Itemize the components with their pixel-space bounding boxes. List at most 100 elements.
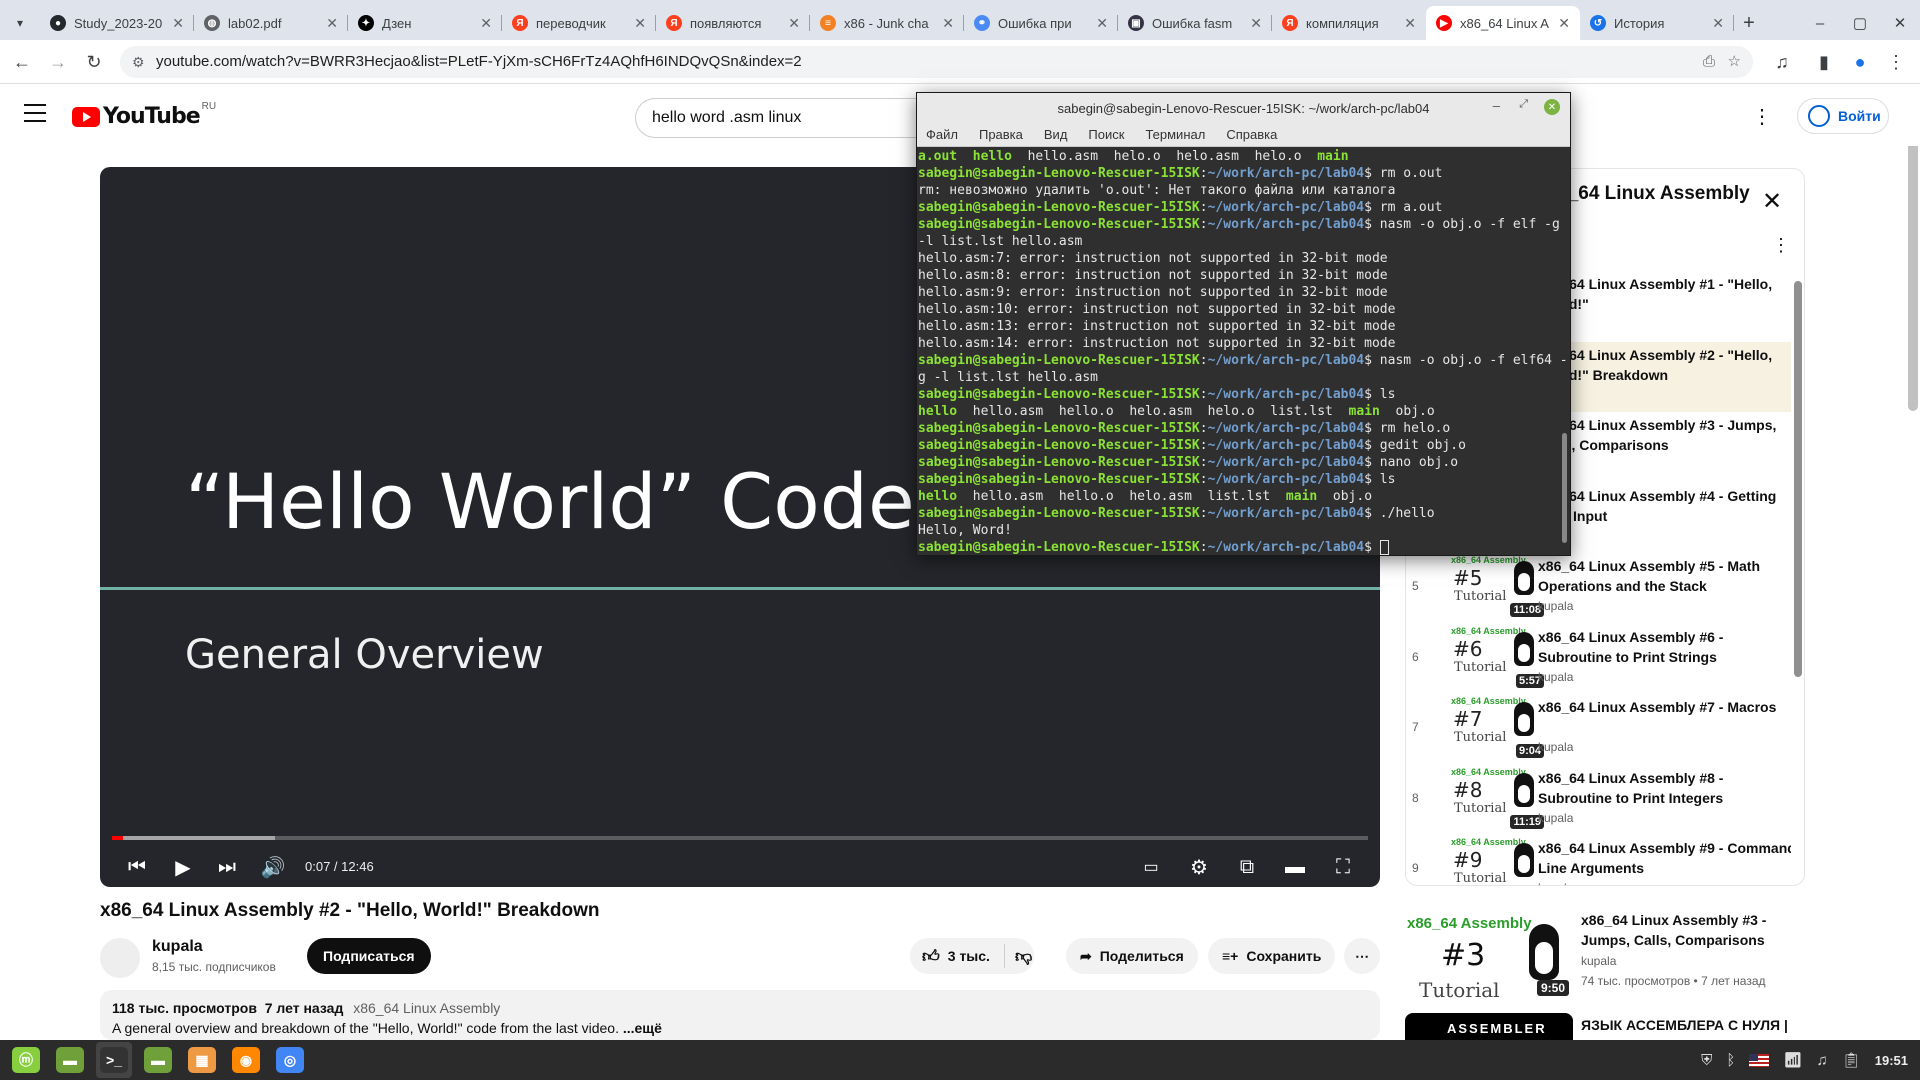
browser-tab[interactable]: ▣ Ошибка fasm ✕ [1118, 6, 1272, 40]
browser-tab[interactable]: Якомпиляция ✕ [1272, 6, 1426, 40]
video-progress-bar[interactable] [112, 836, 1368, 840]
reload-icon[interactable]: ↻ [82, 50, 106, 74]
assembler-thumbnail[interactable]: ASSEMBLER [1405, 1013, 1573, 1040]
search-input[interactable]: hello word .asm linux [652, 109, 801, 126]
tab-close-icon[interactable]: ✕ [1558, 15, 1570, 32]
media-controls-icon[interactable]: ♫ [1770, 50, 1794, 74]
save-button[interactable]: ≡+ Сохранить [1208, 938, 1336, 974]
youtube-logo[interactable]: YouTube RU [72, 101, 216, 129]
terminal-close-icon[interactable]: ✕ [1544, 99, 1560, 115]
settings-gear-icon[interactable]: ⚙ [1184, 852, 1214, 882]
show-more-link[interactable]: ...ещё [623, 1020, 662, 1036]
tab-close-icon[interactable]: ✕ [480, 15, 492, 32]
terminal-menu-item[interactable]: Файл [926, 127, 958, 142]
tab-close-icon[interactable]: ✕ [942, 15, 954, 32]
search-box[interactable]: hello word .asm linux [635, 98, 935, 138]
playlist-thumbnail[interactable]: x86_64 Assembly #5 Tutorial 11:08 [1426, 553, 1546, 621]
window-maximize-button[interactable]: ▢ [1840, 6, 1880, 40]
browser-tab[interactable]: Япоявляются ✕ [656, 6, 810, 40]
playlist-item-title[interactable]: x86_64 Linux Assembly #2 - "Hello, World… [1538, 345, 1791, 385]
back-arrow-icon[interactable]: ← [10, 50, 34, 74]
playlist-item[interactable]: 5 x86_64 Assembly #5 Tutorial 11:08 x86_64 Li… [1406, 553, 1791, 623]
tab-close-icon[interactable]: ✕ [1712, 15, 1724, 32]
tab-close-icon[interactable]: ✕ [1404, 15, 1416, 32]
more-options-icon[interactable]: ⋮ [1752, 104, 1772, 129]
recommended-title[interactable]: x86_64 Linux Assembly #3 - Jumps, Calls,… [1581, 910, 1801, 950]
fullscreen-icon[interactable]: ⛶ [1328, 852, 1358, 882]
play-icon[interactable]: ▶ [168, 852, 198, 882]
browser-tab[interactable]: ▶ x86_64 Linux A ✕ [1426, 6, 1580, 40]
recommended-video-2[interactable]: ASSEMBLER ЯЗЫК АССЕМБЛЕРА С НУЛЯ | #1 НА… [1405, 1013, 1875, 1040]
window-minimize-button[interactable]: ‒ [1800, 6, 1840, 40]
terminal-menu-item[interactable]: Вид [1044, 127, 1068, 142]
channel-name[interactable]: kupala [152, 938, 203, 956]
files-icon[interactable]: ▬ [52, 1042, 88, 1078]
folder-icon[interactable]: ▬ [140, 1042, 176, 1078]
browser-tab[interactable]: Япереводчик ✕ [502, 6, 656, 40]
browser-tab[interactable]: ↺ История ✕ [1580, 6, 1734, 40]
browser-tab[interactable]: ● Study_2023-20 ✕ [40, 6, 194, 40]
tab-close-icon[interactable]: ✕ [1250, 15, 1262, 32]
playlist-item-title[interactable]: x86_64 Linux Assembly #1 - "Hello, World… [1538, 274, 1791, 314]
volume-icon[interactable]: 🔊 [258, 852, 288, 882]
bookmark-star-icon[interactable]: ☆ [1728, 46, 1741, 78]
terminal-menu-item[interactable]: Справка [1226, 127, 1277, 142]
terminal-window[interactable]: sabegin@sabegin-Lenovo-Rescuer-15ISK: ~/… [916, 92, 1571, 556]
tab-close-icon[interactable]: ✕ [1096, 15, 1108, 32]
browser-tab[interactable]: ⚭ Ошибка при ✕ [964, 6, 1118, 40]
playlist-item[interactable]: 7 x86_64 Assembly #7 Tutorial 9:04 x86_64 Lin… [1406, 694, 1791, 764]
playlist-thumbnail[interactable]: x86_64 Assembly #7 Tutorial 9:04 [1426, 694, 1546, 762]
subscribe-button[interactable]: Подписаться [307, 938, 431, 974]
new-tab-button[interactable]: + [1734, 6, 1764, 40]
miniplayer-icon[interactable]: ⧉ [1232, 852, 1262, 882]
sound-icon[interactable]: ♫ [1816, 1052, 1827, 1069]
like-count[interactable]: 3 тыс. [948, 948, 990, 964]
playlist-thumbnail[interactable]: x86_64 Assembly #6 Tutorial 5:57 [1426, 623, 1546, 692]
bluetooth-icon[interactable]: ᛒ [1726, 1052, 1735, 1069]
playlist-item-author[interactable]: kupala [1538, 740, 1573, 754]
install-app-icon[interactable]: ⎙ [1703, 46, 1715, 78]
playlist-item-author[interactable]: kupala [1538, 599, 1573, 613]
mint-menu-icon[interactable]: ⓜ [8, 1042, 44, 1078]
playlist-item-title[interactable]: x86_64 Linux Assembly #9 - Command Line … [1538, 838, 1791, 878]
dislike-icon[interactable]: 👎︎ [1015, 946, 1032, 967]
playlist-item[interactable]: 9 x86_64 Assembly#9Tutorial6:20x86_64 Lin… [1406, 835, 1791, 885]
playlist-thumbnail[interactable]: x86_64 Assembly#9Tutorial6:20 [1426, 835, 1546, 885]
chrome-icon[interactable]: ◎ [272, 1042, 308, 1078]
terminal-scrollbar[interactable] [1562, 433, 1567, 543]
firefox-icon[interactable]: ◉ [228, 1042, 264, 1078]
tab-close-icon[interactable]: ✕ [788, 15, 800, 32]
share-button[interactable]: ➦ Поделиться [1066, 938, 1198, 974]
terminal-menu-item[interactable]: Поиск [1088, 127, 1124, 142]
playlist-item-title[interactable]: x86_64 Linux Assembly #7 - Macros [1538, 697, 1791, 717]
system-clock[interactable]: 19:51 [1875, 1053, 1908, 1068]
playlist-item-title[interactable]: x86_64 Linux Assembly #8 - Subroutine to… [1538, 768, 1791, 808]
terminal-menu-item[interactable]: Правка [979, 127, 1023, 142]
tab-close-icon[interactable]: ✕ [172, 15, 184, 32]
software-icon[interactable]: ▦ [184, 1042, 220, 1078]
playlist-item-title[interactable]: x86_64 Linux Assembly #4 - Getting User … [1538, 486, 1791, 526]
close-playlist-icon[interactable]: ✕ [1762, 187, 1782, 216]
next-video-icon[interactable]: ⏭ [212, 852, 242, 882]
terminal-titlebar[interactable]: sabegin@sabegin-Lenovo-Rescuer-15ISK: ~/… [917, 93, 1570, 123]
recommended-thumbnail[interactable]: x86_64 Assembly #3 Tutorial 9:50 [1405, 906, 1573, 1000]
tab-search-button[interactable]: ▾ [0, 6, 40, 40]
playlist-item-author[interactable]: kupala [1538, 811, 1573, 825]
playlist-item-title[interactable]: x86_64 Linux Assembly #6 - Subroutine to… [1538, 627, 1791, 667]
shield-icon[interactable]: ⛨ [1701, 1052, 1712, 1069]
profile-icon[interactable]: ● [1848, 50, 1872, 74]
sign-in-button[interactable]: Войти [1797, 98, 1889, 134]
side-panel-icon[interactable]: ▮ [1812, 50, 1836, 74]
tab-close-icon[interactable]: ✕ [326, 15, 338, 32]
browser-tab[interactable]: ✦ Дзен ✕ [348, 6, 502, 40]
playlist-menu-icon[interactable]: ⋮ [1772, 235, 1790, 256]
browser-tab[interactable]: ◍ lab02.pdf ✕ [194, 6, 348, 40]
terminal-output[interactable]: a.out hello hello.asm helo.o helo.asm he… [917, 147, 1570, 557]
keyboard-layout-flag-icon[interactable] [1749, 1053, 1770, 1067]
theater-mode-icon[interactable]: ▬ [1280, 852, 1310, 882]
terminal-minimize-icon[interactable]: ‒ [1493, 98, 1500, 113]
browser-menu-icon[interactable]: ⋮ [1884, 50, 1908, 74]
playlist-item[interactable]: 6 x86_64 Assembly #6 Tutorial 5:57 x86_64 Lin… [1406, 623, 1791, 694]
recommended-title-2[interactable]: ЯЗЫК АССЕМБЛЕРА С НУЛЯ | #1 НАЧАЛО [1581, 1015, 1801, 1040]
window-close-button[interactable]: ✕ [1880, 6, 1920, 40]
